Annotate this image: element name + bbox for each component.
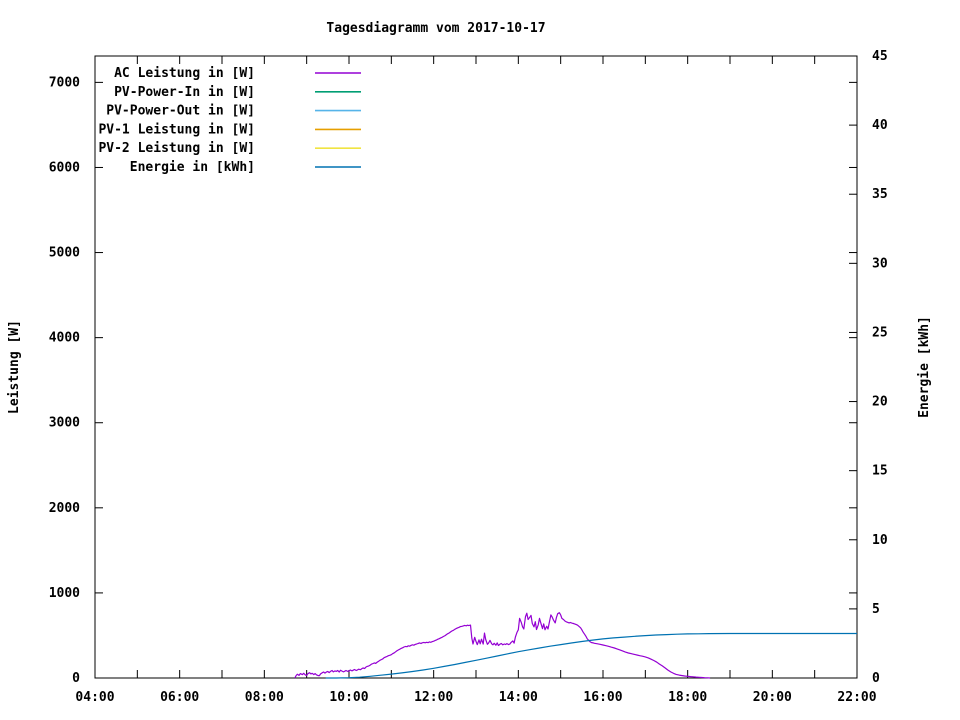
y-left-tick-label: 5000	[49, 246, 80, 261]
x-tick-label: 10:00	[329, 690, 368, 705]
y-left-tick-label: 0	[72, 671, 80, 686]
y-right-tick-label: 0	[872, 671, 880, 686]
series-line-ac-leistung	[294, 612, 711, 679]
x-tick-label: 08:00	[245, 690, 284, 705]
plot-area: 04:00 06:00 08:00 10:00 12:00 14:00 16:00 18:00…	[49, 49, 888, 705]
y-right-tick-label: 45	[872, 49, 888, 64]
chart-canvas: Tagesdiagramm vom 2017-10-17 Leistung [W…	[0, 0, 960, 720]
x-tick-label: 04:00	[75, 690, 114, 705]
y-right-tick-label: 5	[872, 602, 880, 617]
y-right-tick-label: 35	[872, 187, 888, 202]
legend-label: PV-2 Leistung in [W]	[98, 141, 255, 156]
legend-label: Energie in [kWh]	[130, 160, 255, 175]
y-right-tick-label: 30	[872, 256, 888, 271]
y-left-tick-label: 4000	[49, 331, 80, 346]
x-tick-label: 12:00	[414, 690, 453, 705]
y-left-tick-label: 6000	[49, 160, 80, 175]
y-left-tick-label: 7000	[49, 75, 80, 90]
y-left-tick-label: 2000	[49, 501, 80, 516]
y-right-tick-label: 10	[872, 533, 888, 548]
legend-label: PV-1 Leistung in [W]	[98, 122, 255, 137]
y-right-tick-label: 25	[872, 325, 888, 340]
y-left-tick-label: 3000	[49, 416, 80, 431]
y-right-tick-label: 15	[872, 464, 888, 479]
x-tick-label: 06:00	[160, 690, 199, 705]
y-right-tick-label: 20	[872, 395, 888, 410]
x-tick-label: 18:00	[668, 690, 707, 705]
y-right-tick-label: 40	[872, 118, 888, 133]
legend-label: PV-Power-In in [W]	[114, 85, 255, 100]
legend-label: PV-Power-Out in [W]	[106, 104, 255, 119]
x-tick-label: 20:00	[753, 690, 792, 705]
x-tick-label: 22:00	[837, 690, 876, 705]
legend-label: AC Leistung in [W]	[114, 66, 255, 81]
x-tick-label: 14:00	[499, 690, 538, 705]
x-tick-label: 16:00	[583, 690, 622, 705]
series-line-energie	[325, 632, 857, 679]
y-left-tick-label: 1000	[49, 586, 80, 601]
